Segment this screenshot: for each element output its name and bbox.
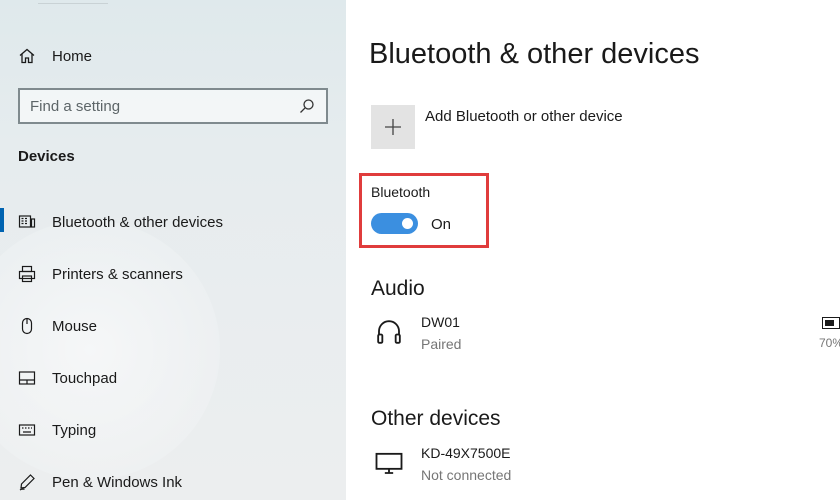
add-tile bbox=[371, 105, 415, 149]
search-input[interactable] bbox=[30, 97, 298, 115]
sidebar-item-pen[interactable]: Pen & Windows Ink bbox=[0, 456, 346, 500]
battery-percent: 70% bbox=[819, 336, 840, 350]
home-icon bbox=[18, 47, 36, 65]
mouse-icon bbox=[18, 317, 36, 335]
sidebar-item-label: Bluetooth & other devices bbox=[52, 213, 223, 231]
sidebar-item-label: Mouse bbox=[52, 317, 98, 335]
device-name: DW01 bbox=[421, 314, 460, 330]
bluetooth-toggle[interactable] bbox=[371, 213, 418, 234]
page-title: Bluetooth & other devices bbox=[369, 38, 700, 70]
device-dw01[interactable]: DW01 Paired bbox=[371, 314, 461, 352]
home-link[interactable]: Home bbox=[18, 44, 92, 68]
home-label: Home bbox=[52, 47, 93, 65]
sidebar-item-label: Typing bbox=[52, 421, 97, 439]
sidebar-top-edge bbox=[38, 0, 108, 4]
sidebar-item-mouse[interactable]: Mouse bbox=[0, 300, 346, 352]
sidebar-item-label: Pen & Windows Ink bbox=[52, 473, 183, 491]
device-status: Paired bbox=[421, 336, 462, 352]
sidebar-item-label: Touchpad bbox=[52, 369, 118, 387]
pen-icon bbox=[18, 473, 36, 491]
sidebar-item-printers[interactable]: Printers & scanners bbox=[0, 248, 346, 300]
sidebar-item-label: Printers & scanners bbox=[52, 265, 183, 283]
bluetooth-state: On bbox=[431, 216, 452, 233]
plus-icon bbox=[384, 118, 402, 136]
device-kd-49x7500e[interactable]: KD-49X7500E Not connected bbox=[371, 445, 511, 483]
touchpad-icon bbox=[18, 369, 36, 387]
other-devices-heading: Other devices bbox=[371, 407, 501, 430]
bluetooth-devices-icon bbox=[18, 213, 36, 231]
sidebar-nav: Bluetooth & other devices Printers & sca… bbox=[0, 196, 346, 500]
device-name: KD-49X7500E bbox=[421, 445, 511, 461]
audio-heading: Audio bbox=[371, 277, 425, 300]
headphones-icon bbox=[371, 314, 407, 350]
device-status: Not connected bbox=[421, 467, 512, 483]
search-icon[interactable] bbox=[298, 97, 316, 115]
keyboard-icon bbox=[18, 421, 36, 439]
battery-icon bbox=[822, 317, 840, 329]
sidebar-item-touchpad[interactable]: Touchpad bbox=[0, 352, 346, 404]
sidebar-item-bluetooth[interactable]: Bluetooth & other devices bbox=[0, 196, 346, 248]
add-device-label: Add Bluetooth or other device bbox=[425, 108, 623, 125]
bluetooth-label: Bluetooth bbox=[371, 184, 431, 200]
monitor-icon bbox=[371, 445, 407, 481]
main-panel: Bluetooth & other devices Add Bluetooth … bbox=[346, 0, 840, 500]
devices-section-title: Devices bbox=[18, 148, 75, 165]
search-box[interactable] bbox=[18, 88, 328, 124]
sidebar-item-typing[interactable]: Typing bbox=[0, 404, 346, 456]
sidebar: Home Devices Bluetooth & other devices bbox=[0, 0, 346, 500]
add-device-button[interactable]: Add Bluetooth or other device bbox=[371, 105, 623, 149]
toggle-knob bbox=[402, 218, 413, 229]
printer-icon bbox=[18, 265, 36, 283]
